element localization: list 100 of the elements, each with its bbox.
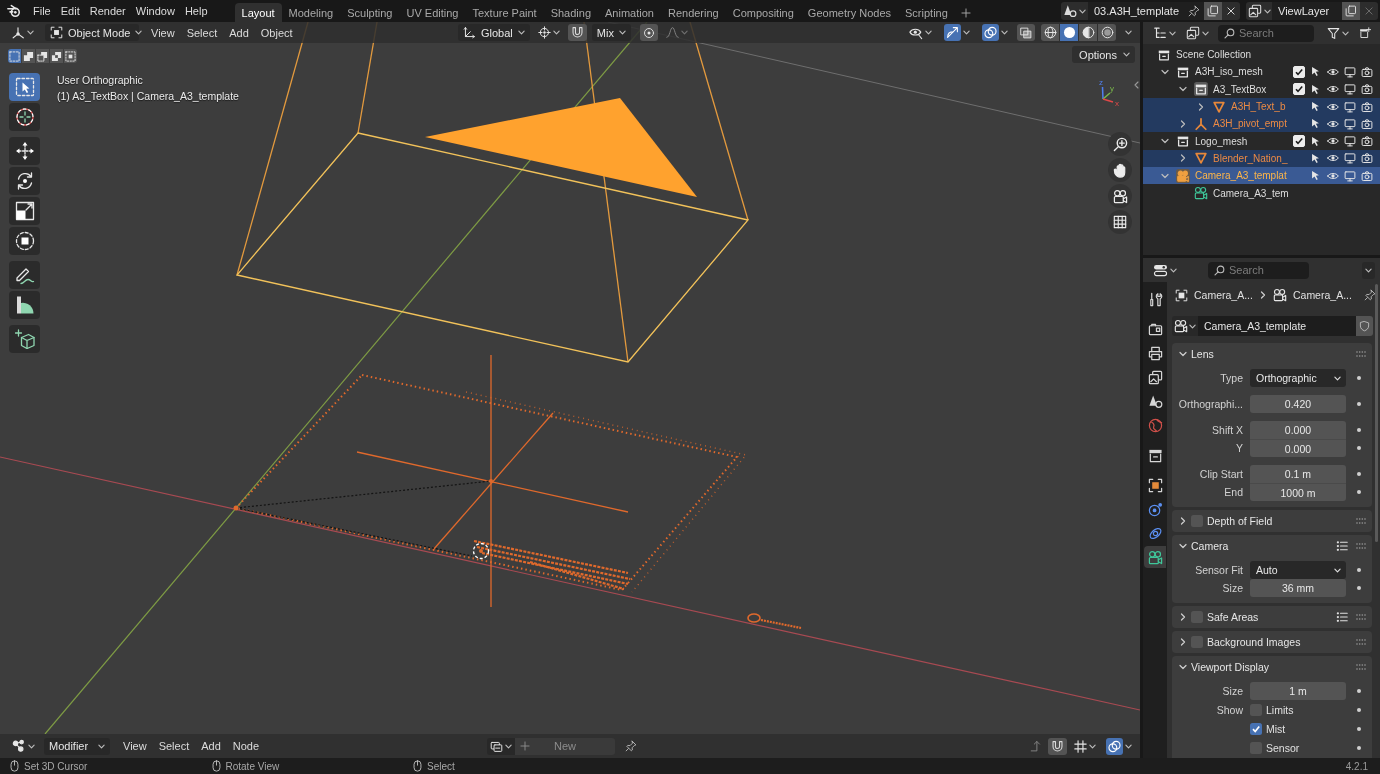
shading-mode-button[interactable] <box>1041 24 1059 41</box>
menu-item[interactable]: Object <box>254 22 299 43</box>
tool-button[interactable] <box>9 227 40 255</box>
options-dropdown[interactable]: Options <box>1072 46 1135 63</box>
pointer-icon[interactable] <box>1310 83 1321 95</box>
snap-button[interactable] <box>567 24 587 41</box>
tool-button[interactable] <box>9 197 40 225</box>
dot-icon[interactable] <box>1357 446 1361 450</box>
menu-item[interactable]: Window <box>130 0 180 22</box>
chevron-down-icon[interactable] <box>1161 137 1169 146</box>
camera-icon[interactable] <box>1360 117 1373 130</box>
preset-list-icon[interactable] <box>1336 540 1348 552</box>
dropdown[interactable]: Auto <box>1250 561 1346 579</box>
panel-title[interactable]: Camera <box>1191 540 1229 552</box>
pin-icon[interactable] <box>1363 289 1375 301</box>
view-layer-name-field[interactable]: ViewLayer <box>1272 2 1342 20</box>
menu-item[interactable]: Add <box>223 22 255 43</box>
pointer-icon[interactable] <box>1310 101 1321 113</box>
menu-item[interactable]: View <box>117 735 153 757</box>
camera-icon[interactable] <box>1360 169 1373 182</box>
dot-icon[interactable] <box>1357 745 1361 750</box>
chevron-right-icon[interactable] <box>1197 102 1205 111</box>
pointer-icon[interactable] <box>1310 118 1321 130</box>
menu-item[interactable]: Render <box>84 0 131 22</box>
menu-item[interactable]: Node <box>226 735 266 757</box>
dot-icon[interactable] <box>1357 707 1361 712</box>
chevron-right-icon[interactable] <box>1179 638 1187 646</box>
workspace-tab[interactable]: Layout <box>234 3 282 22</box>
checkbox-label[interactable]: Limits <box>1266 703 1294 716</box>
monitor-icon[interactable] <box>1343 83 1356 96</box>
number-field[interactable]: 0.420 <box>1250 395 1346 413</box>
dot-icon[interactable] <box>1357 586 1361 590</box>
view-layer-selector-button[interactable] <box>1246 2 1272 20</box>
properties-tab[interactable] <box>1144 546 1166 568</box>
outliner-row[interactable]: Camera_A3_templat <box>1143 167 1380 185</box>
chevron-left-icon[interactable] <box>1134 81 1139 89</box>
chevron-right-icon[interactable] <box>1258 291 1267 299</box>
panel-title[interactable]: Viewport Display <box>1191 661 1269 673</box>
chevron-down-icon[interactable] <box>1161 171 1169 180</box>
chevron-down-icon[interactable] <box>1179 350 1187 358</box>
checkbox-label[interactable]: Mist <box>1266 722 1286 735</box>
search-field[interactable]: Search <box>1218 24 1314 42</box>
outliner-row[interactable]: A3H_Text_b <box>1143 97 1380 116</box>
dot-icon[interactable] <box>1357 376 1361 380</box>
datablock-browse-button[interactable] <box>1172 316 1198 336</box>
camera-view-button[interactable] <box>1108 184 1132 208</box>
menu-item[interactable]: Add <box>195 735 227 757</box>
chevron-down-icon[interactable] <box>1161 67 1169 76</box>
drag-handle-icon[interactable] <box>1356 518 1366 524</box>
checkbox[interactable] <box>1292 65 1305 78</box>
chevron-down-icon[interactable] <box>1179 85 1187 94</box>
dot-icon[interactable] <box>1357 428 1361 432</box>
copy-button[interactable] <box>1342 2 1360 20</box>
pan-button[interactable] <box>1108 158 1132 182</box>
chevron-down-icon[interactable] <box>1179 542 1187 550</box>
drag-handle-icon[interactable] <box>1356 664 1366 670</box>
overlays-toggle[interactable] <box>982 24 999 41</box>
x-ray-button[interactable] <box>1017 24 1035 41</box>
dot-icon[interactable] <box>1357 490 1361 494</box>
dot-icon[interactable] <box>1357 726 1361 731</box>
panel-title[interactable]: Depth of Field <box>1207 515 1273 527</box>
drag-handle-icon[interactable] <box>1356 639 1366 645</box>
workspace-tab[interactable]: Texture Paint <box>465 3 544 22</box>
gizmo-toggle[interactable] <box>944 24 961 41</box>
outliner-row[interactable]: A3_TextBox <box>1143 80 1380 98</box>
pointer-icon[interactable] <box>1310 135 1321 147</box>
tool-button[interactable] <box>9 325 40 353</box>
dot-icon[interactable] <box>1357 472 1361 476</box>
workspace-tab[interactable]: Compositing <box>725 3 801 22</box>
workspace-tab[interactable]: Shading <box>543 3 599 22</box>
pointer-icon[interactable] <box>1310 66 1321 78</box>
camera-icon[interactable] <box>1360 100 1373 113</box>
editor-mode-dropdown[interactable]: Modifier <box>44 737 110 755</box>
checkbox-label[interactable]: Sensor <box>1266 741 1300 754</box>
orientation-dropdown[interactable]: Global <box>458 24 530 41</box>
menu-item[interactable]: View <box>145 22 181 43</box>
chevron-right-icon[interactable] <box>1179 119 1187 128</box>
zoom-button[interactable] <box>1108 132 1132 156</box>
camera-icon[interactable] <box>1360 83 1373 96</box>
camera-icon[interactable] <box>1360 65 1373 78</box>
chevron-right-icon[interactable] <box>1179 154 1187 163</box>
drag-handle-icon[interactable] <box>1356 614 1366 620</box>
panel-title[interactable]: Lens <box>1191 348 1214 360</box>
mode-dropdown[interactable]: Object Mode <box>45 24 139 41</box>
shading-mode-button[interactable] <box>1060 24 1078 41</box>
workspace-tab[interactable]: UV Editing <box>399 3 466 22</box>
panel-title[interactable]: Safe Areas <box>1207 611 1259 623</box>
projection-button[interactable] <box>1108 210 1132 234</box>
workspace-tab[interactable]: Animation <box>598 3 661 22</box>
menu-item[interactable]: Help <box>179 0 213 22</box>
selection-mode-button[interactable] <box>50 49 63 63</box>
chevron-right-icon[interactable] <box>1179 517 1187 525</box>
number-field[interactable]: 0.1 m <box>1250 465 1346 483</box>
checkbox[interactable] <box>1292 83 1305 96</box>
drag-handle-icon[interactable] <box>1356 351 1366 357</box>
selection-mode-button[interactable] <box>8 49 21 63</box>
preset-list-icon[interactable] <box>1336 611 1348 623</box>
tool-button[interactable] <box>9 137 40 165</box>
tool-button[interactable] <box>9 261 40 289</box>
pin-icon[interactable] <box>1188 5 1200 17</box>
